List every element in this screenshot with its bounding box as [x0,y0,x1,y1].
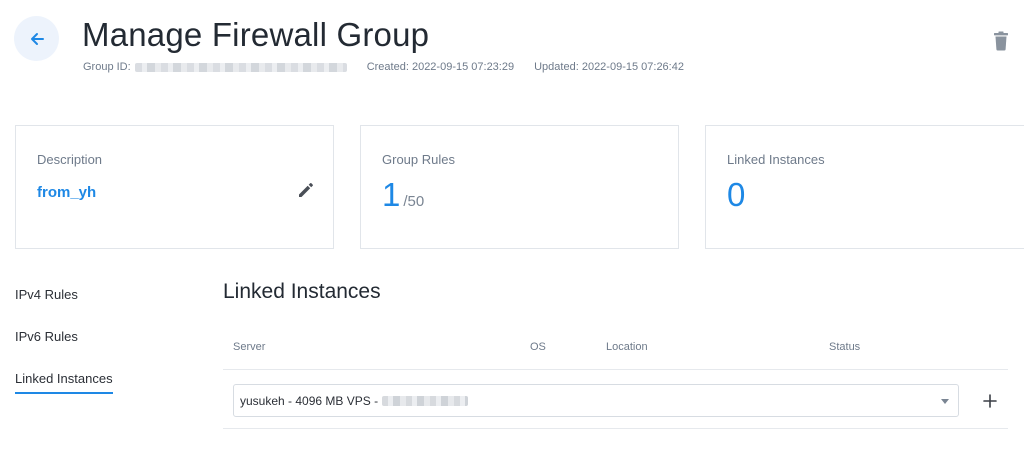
arrow-left-icon [30,32,44,45]
group-meta: Group ID: Created: 2022-09-15 07:23:29 U… [83,61,684,73]
group-rules-count: 1 [382,176,401,213]
group-rules-count-wrap: 1/50 [382,176,424,214]
sidenav-ipv4-rules[interactable]: IPv4 Rules [15,287,78,302]
instance-select-value: yusukeh - 4096 MB VPS - [240,394,379,408]
redacted-group-id [134,62,347,72]
instance-select[interactable]: yusukeh - 4096 MB VPS - [233,384,959,417]
description-value: from_yh [37,184,97,201]
redacted-instance-ip [382,396,469,406]
page-title: Manage Firewall Group [82,16,430,53]
updated-value: 2022-09-15 07:26:42 [581,61,684,73]
sidenav-linked-instances[interactable]: Linked Instances [15,371,113,394]
group-id-label: Group ID: [83,61,131,73]
section-title: Linked Instances [223,280,381,303]
column-location: Location [606,341,648,353]
caret-down-icon [941,399,949,404]
sidenav-ipv6-rules[interactable]: IPv6 Rules [15,329,78,344]
delete-group-button[interactable] [992,31,1010,51]
linked-instances-card: Linked Instances 0 [705,125,1024,249]
pencil-icon [299,183,313,197]
group-rules-card: Group Rules 1/50 [360,125,679,249]
column-status: Status [829,341,861,353]
back-button[interactable] [14,16,59,61]
column-server: Server [233,341,266,353]
trash-icon [994,31,1008,51]
created-value: 2022-09-15 07:23:29 [411,61,515,73]
linked-instances-count: 0 [727,176,746,213]
group-rules-label: Group Rules [382,152,455,167]
updated-label: Updated: [534,61,579,73]
add-instance-button[interactable] [980,391,1000,411]
table-header: Server OS Location Status [223,330,1008,370]
instance-select-value-wrap: yusukeh - 4096 MB VPS - [240,394,469,408]
plus-icon [983,394,997,408]
created-label: Created: [366,61,409,73]
group-rules-max: /50 [403,193,425,210]
linked-instances-label: Linked Instances [727,152,825,167]
edit-description-button[interactable] [297,181,315,199]
description-label: Description [37,152,103,167]
add-instance-row: yusukeh - 4096 MB VPS - [223,371,1008,429]
description-card: Description from_yh [15,125,334,249]
column-os: OS [530,341,546,353]
